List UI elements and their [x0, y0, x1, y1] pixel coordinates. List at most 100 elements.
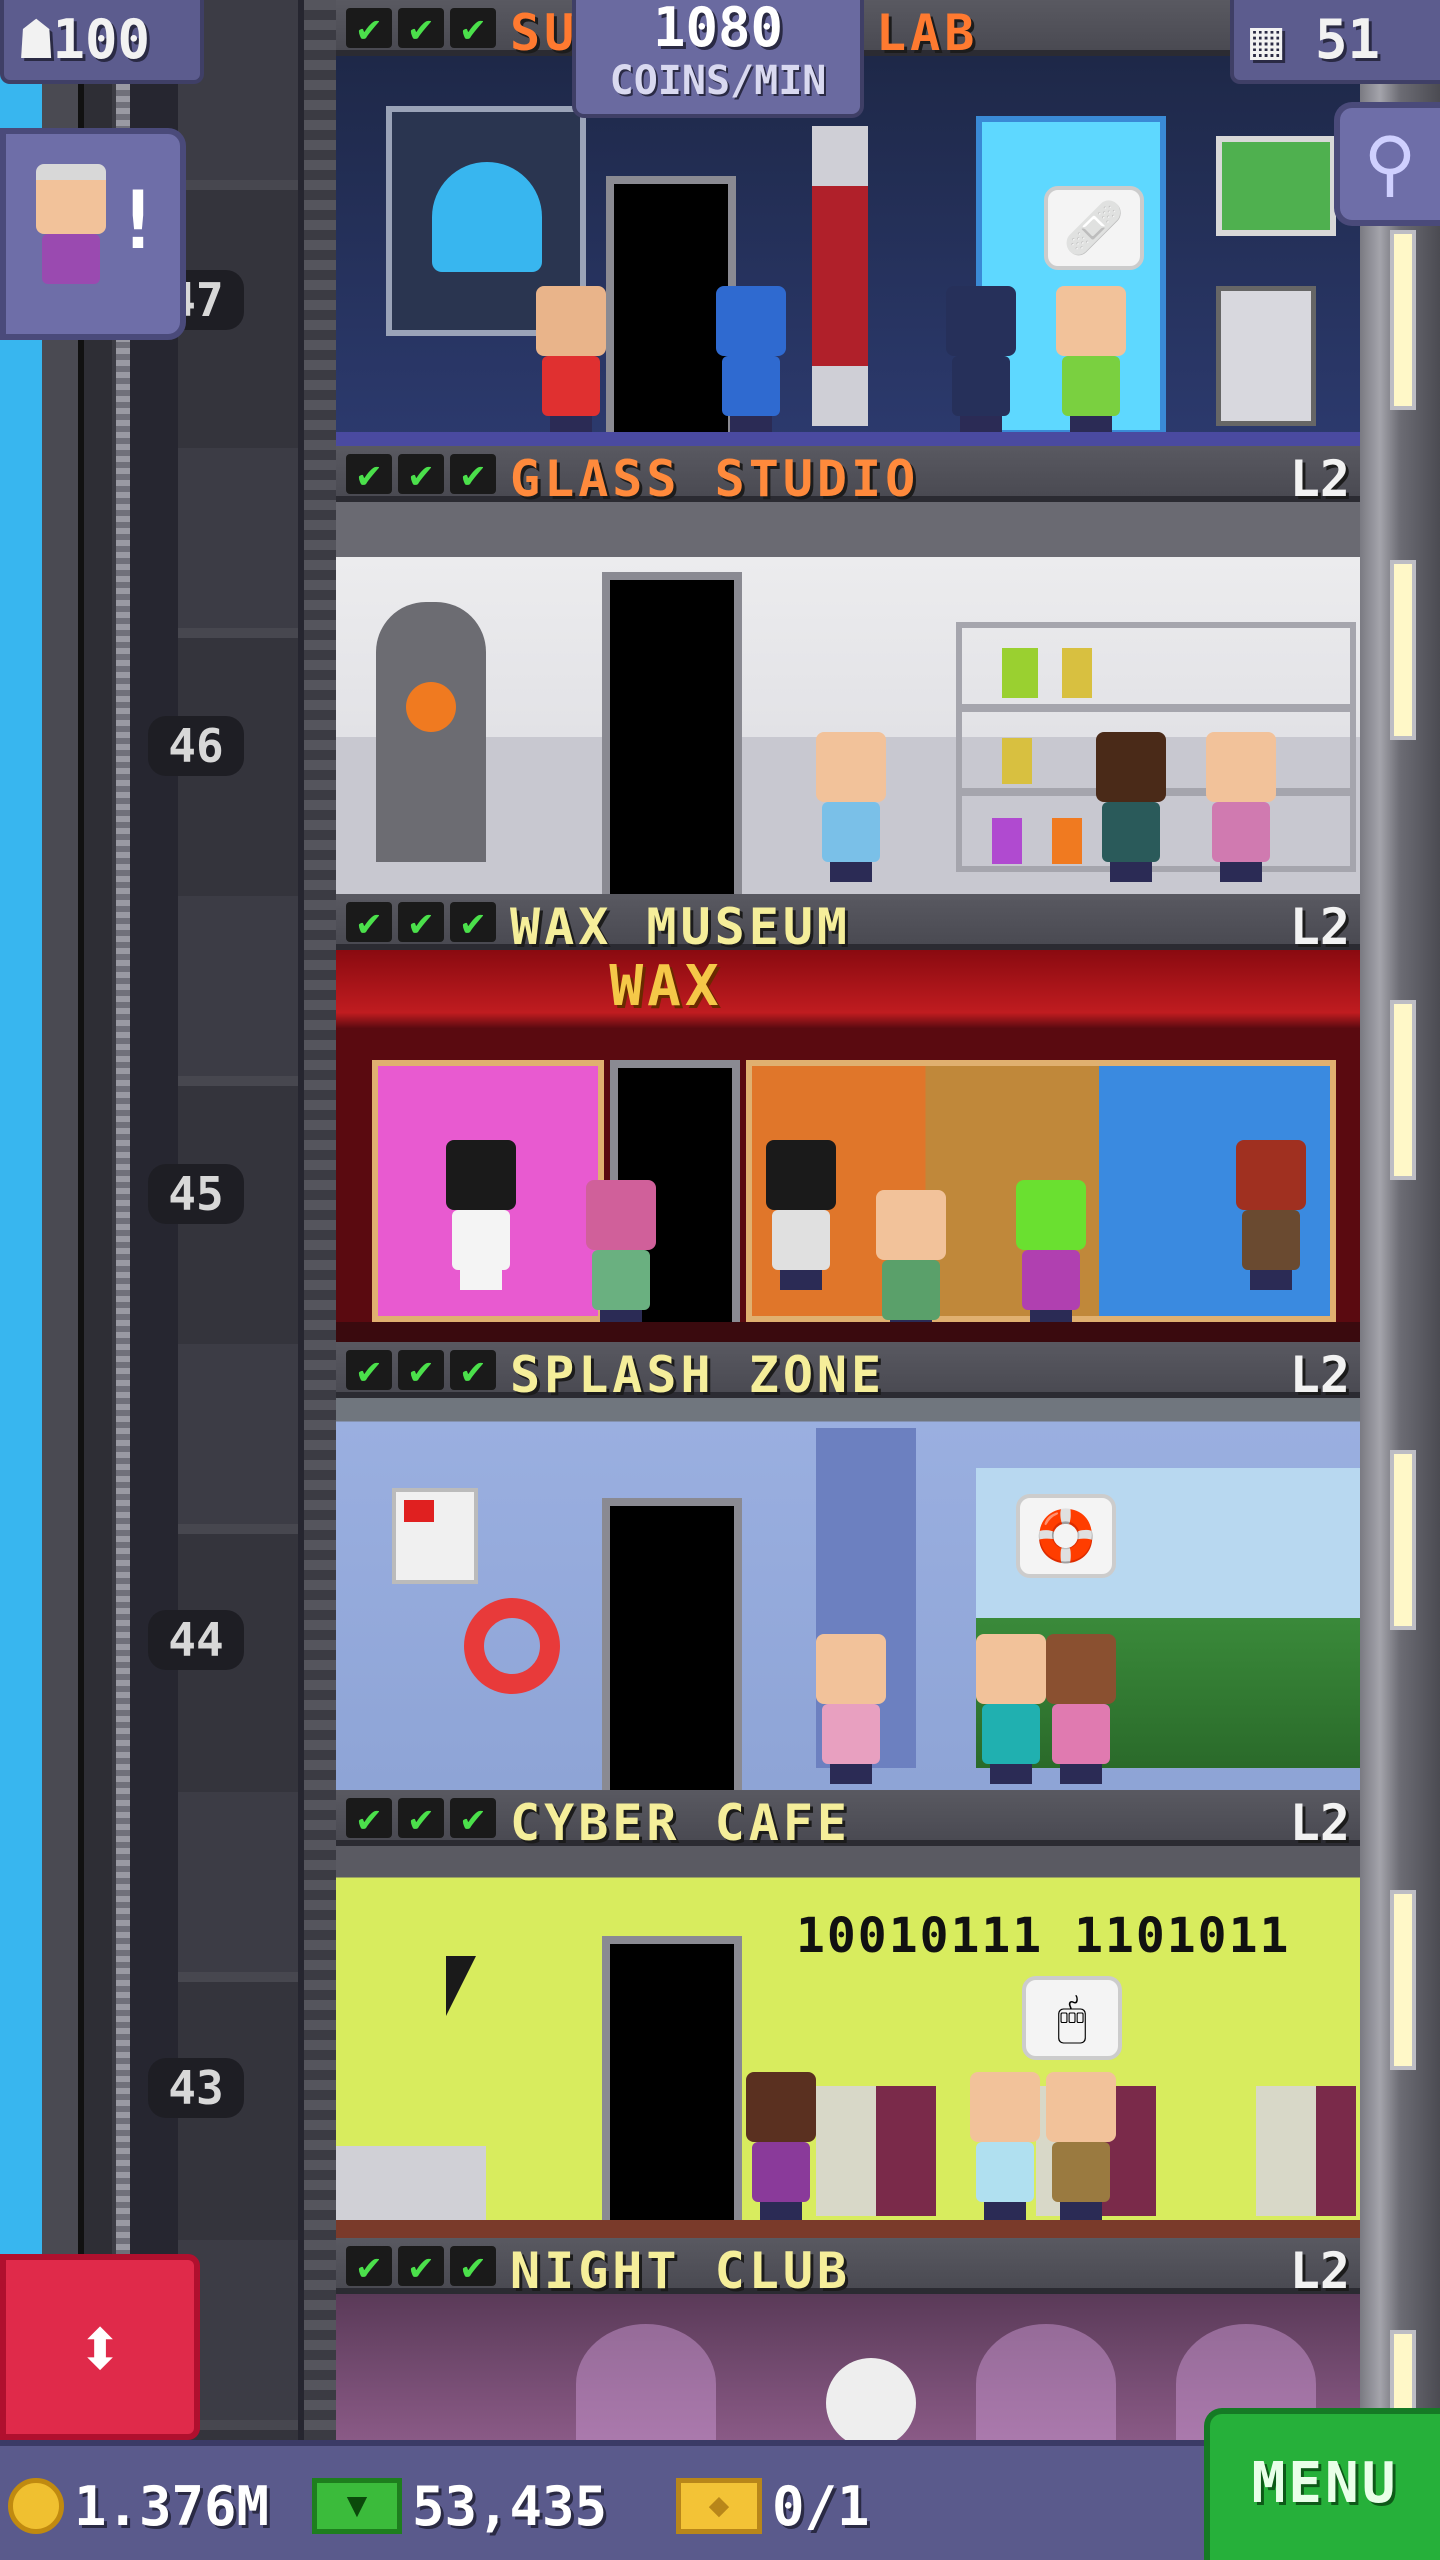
floor-name: GLASS STUDIO	[510, 450, 920, 508]
check-icon: ✔	[450, 2246, 496, 2286]
check-icon: ✔	[398, 902, 444, 942]
floor-name: SU	[510, 4, 579, 62]
wax-figure-bowler[interactable]	[766, 1140, 836, 1290]
mouse-bubble[interactable]: 🖱	[1022, 1976, 1122, 2060]
floor-name: WAX MUSEUM	[510, 898, 852, 956]
wax-figure-pirate[interactable]	[1236, 1140, 1306, 1290]
check-icon: ✔	[346, 454, 392, 494]
floor-name: CYBER CAFE	[510, 1794, 852, 1852]
shaft-floor-number: 44	[148, 1610, 244, 1670]
visitor-brown-shirt[interactable]	[1046, 2072, 1116, 2222]
bux-display[interactable]: ▼ 53,435	[312, 2464, 607, 2548]
coins-display[interactable]: 1.376M	[8, 2464, 269, 2548]
coins-per-minute: 1080 COINS/MIN	[572, 0, 864, 118]
visitor-bat[interactable]	[946, 286, 1016, 436]
sky	[0, 0, 42, 2440]
visitor-pink-hat[interactable]	[586, 1180, 656, 1330]
tickets-display[interactable]: ◆ 0/1	[676, 2464, 870, 2548]
vip-avatar	[36, 164, 106, 314]
floor-label: ✔ ✔ ✔ SPLASH ZONE L2	[336, 1342, 1360, 1404]
check-icon: ✔	[450, 1350, 496, 1390]
check-icon: ✔	[346, 902, 392, 942]
visitor-captain[interactable]	[716, 286, 786, 436]
visitor-bearded[interactable]	[876, 1190, 946, 1340]
coins-per-min-value: 1080	[652, 0, 784, 59]
shaft-rail	[116, 0, 130, 2440]
check-icon: ✔	[450, 8, 496, 48]
visitor-teal-shirt[interactable]	[976, 1634, 1046, 1784]
check-icon: ✔	[450, 454, 496, 494]
check-icon: ✔	[450, 902, 496, 942]
floor-level: L2	[1289, 450, 1350, 508]
population-counter[interactable]: ☗100	[0, 0, 204, 84]
vip-visitor-button[interactable]: !	[0, 128, 186, 340]
population-value: 100	[52, 8, 151, 71]
spotlight	[576, 2324, 716, 2440]
visitor-elf[interactable]	[1206, 732, 1276, 882]
check-icon: ✔	[398, 1798, 444, 1838]
room-interior: 🛟	[336, 1398, 1360, 1790]
binary-wall-text: 10010111 1101011	[796, 1908, 1291, 1964]
elevator-button[interactable]: ⬍	[0, 2254, 200, 2440]
disco-ball	[826, 2358, 916, 2440]
menu-button[interactable]: MENU	[1204, 2408, 1440, 2560]
check-icon: ✔	[450, 1798, 496, 1838]
life-ring-bubble[interactable]: 🛟	[1016, 1494, 1116, 1578]
visitor-bearded[interactable]	[816, 1634, 886, 1784]
person-icon: ☗	[20, 8, 53, 71]
visitor-glass-worker[interactable]	[816, 732, 886, 882]
glass-furnace	[376, 602, 486, 862]
floor-name-tail: LAB	[876, 4, 979, 62]
life-ring	[464, 1598, 560, 1694]
coins-value: 1.376M	[74, 2474, 270, 2538]
floor-level: L2	[1289, 1794, 1350, 1852]
spotlight	[976, 2324, 1116, 2440]
alert-icon: !	[113, 174, 162, 267]
wax-figure-singer[interactable]	[446, 1140, 516, 1290]
visitor-light-blue[interactable]	[970, 2072, 1040, 2222]
floor-label: ✔ ✔ ✔ GLASS STUDIO L2	[336, 446, 1360, 508]
floor-cyber-cafe[interactable]: ✔ ✔ ✔ CYBER CAFE L2 10010111 1101011 🖱	[336, 1790, 1360, 2238]
room-door	[602, 572, 742, 894]
atm-machine	[1216, 286, 1316, 426]
bux-icon: ▼	[312, 2478, 402, 2534]
golden-ticket-icon: ◆	[676, 2478, 762, 2534]
visitor-pink-shirt[interactable]	[1046, 1634, 1116, 1784]
floor-wax-museum[interactable]: ✔ ✔ ✔ WAX MUSEUM L2 WAX	[336, 894, 1360, 1342]
visitor-robin[interactable]	[536, 286, 606, 436]
check-icon: ✔	[346, 1798, 392, 1838]
visitor-purple-shirt[interactable]	[746, 2072, 816, 2222]
floor-night-club[interactable]: ✔ ✔ ✔ NIGHT CLUB L2	[336, 2238, 1360, 2440]
floor-label: ✔ ✔ ✔ WAX MUSEUM L2	[336, 894, 1360, 956]
room-interior: 10010111 1101011 🖱	[336, 1846, 1360, 2238]
floor-glass-studio[interactable]: ✔ ✔ ✔ GLASS STUDIO L2	[336, 446, 1360, 894]
magnifier-icon[interactable]: ⚲	[1334, 102, 1440, 226]
shaft-floor-number: 43	[148, 2058, 244, 2118]
check-icon: ✔	[398, 1350, 444, 1390]
floor-level: L2	[1289, 2242, 1350, 2300]
floor-checks: ✔ ✔ ✔	[346, 902, 496, 942]
floor-splash-zone[interactable]: ✔ ✔ ✔ SPLASH ZONE L2 🛟	[336, 1342, 1360, 1790]
visitor-green-shirt[interactable]	[1056, 286, 1126, 436]
dna-tube	[812, 126, 868, 426]
check-icon: ✔	[398, 8, 444, 48]
check-icon: ✔	[398, 2246, 444, 2286]
tower-window	[1390, 1450, 1416, 1630]
floor-strip	[336, 432, 1360, 446]
floor-checks: ✔ ✔ ✔	[346, 2246, 496, 2286]
floor-checks: ✔ ✔ ✔	[346, 1798, 496, 1838]
shaft-line	[78, 0, 84, 2440]
floor-strip	[336, 2220, 1360, 2238]
shaft-floor-number: 45	[148, 1164, 244, 1224]
world-map	[1216, 136, 1336, 236]
floor-strip	[336, 1322, 1360, 1342]
visitor-green-hat[interactable]	[1096, 732, 1166, 882]
floor-level: L2	[1289, 898, 1350, 956]
floor-label: ✔ ✔ ✔ NIGHT CLUB L2	[336, 2238, 1360, 2300]
floors-counter[interactable]: ▦ 51	[1230, 0, 1440, 84]
visitor-green-hair[interactable]	[1016, 1180, 1086, 1330]
floor-checks: ✔ ✔ ✔	[346, 8, 496, 48]
bandage-bubble[interactable]: 🩹	[1044, 186, 1144, 270]
room-door	[602, 1936, 742, 2238]
check-icon: ✔	[346, 2246, 392, 2286]
